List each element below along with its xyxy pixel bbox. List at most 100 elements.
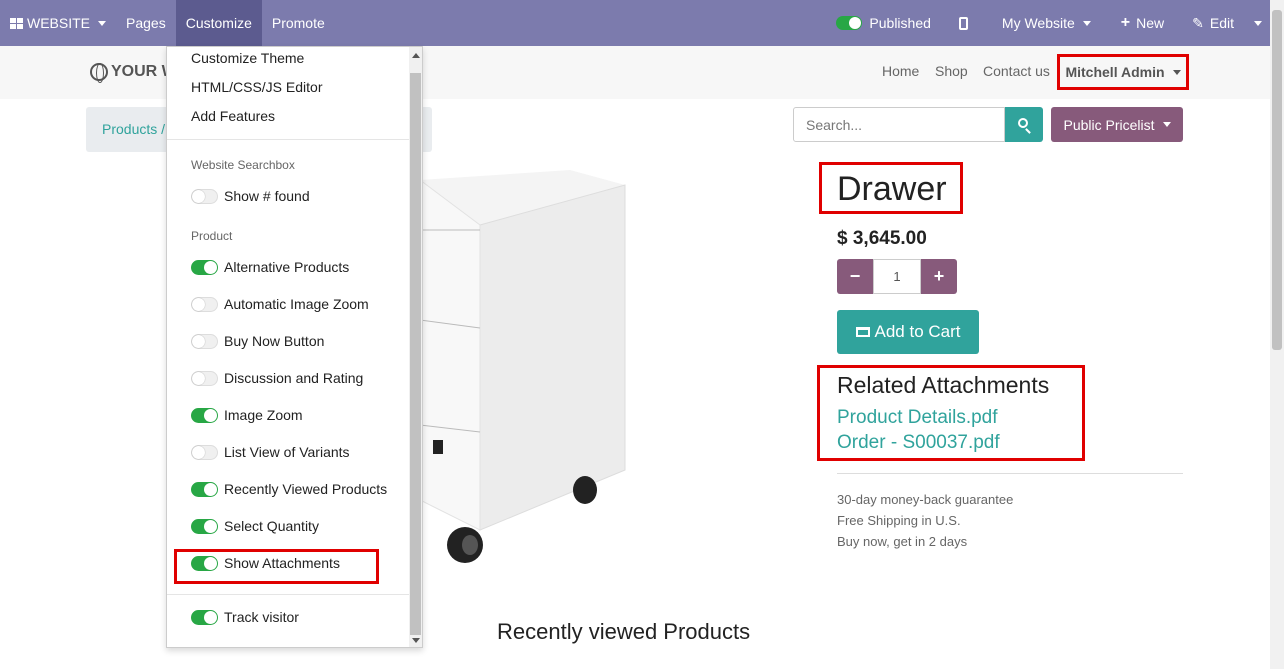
code-editor-item[interactable]: HTML/CSS/JS Editor	[191, 79, 322, 95]
chevron-down-icon	[1254, 20, 1262, 26]
chevron-down-icon	[1082, 20, 1091, 26]
option-recently-viewed[interactable]: Recently Viewed Products	[191, 481, 387, 497]
guarantee-text: Free Shipping in U.S.	[837, 513, 961, 528]
toggle-switch-icon	[836, 16, 863, 30]
pricelist-dropdown[interactable]: Public Pricelist	[1051, 107, 1183, 142]
plus-icon: +	[933, 266, 945, 286]
toggle-switch-icon	[191, 444, 218, 460]
my-website-label: My Website	[1001, 15, 1075, 31]
option-list-view-variants[interactable]: List View of Variants	[191, 444, 350, 460]
pencil-icon: ✎	[1192, 14, 1204, 31]
site-logo[interactable]: YOUR W	[90, 63, 177, 83]
nav-home[interactable]: Home	[882, 63, 919, 79]
toggle-switch-icon	[191, 296, 218, 312]
website-admin-bar: WEBSITE Pages Customize Promote Publishe…	[0, 0, 1270, 46]
website-menu[interactable]: WEBSITE	[0, 0, 116, 46]
option-label: List View of Variants	[224, 444, 350, 460]
toggle-switch-icon	[191, 259, 218, 275]
related-attachments-title: Related Attachments	[837, 372, 1050, 398]
customize-theme-item[interactable]: Customize Theme	[191, 50, 304, 66]
dropdown-scrollbar-thumb[interactable]	[410, 73, 421, 635]
nav-contact-us[interactable]: Contact us	[983, 63, 1050, 79]
toggle-switch-icon	[191, 407, 218, 423]
page-scrollbar-thumb[interactable]	[1272, 10, 1282, 350]
nav-shop[interactable]: Shop	[935, 63, 968, 79]
toggle-switch-icon	[191, 481, 218, 497]
plus-icon: +	[1120, 14, 1131, 31]
globe-icon	[90, 63, 108, 83]
scroll-up-icon[interactable]	[412, 53, 420, 58]
pricelist-label: Public Pricelist	[1063, 116, 1155, 133]
customize-dropdown: Customize Theme HTML/CSS/JS Editor Add F…	[166, 46, 423, 648]
attachment-link[interactable]: Product Details.pdf	[837, 407, 998, 429]
toggle-switch-icon	[191, 333, 218, 349]
quantity-decrease-button[interactable]: −	[837, 259, 873, 294]
more-menu[interactable]	[1254, 0, 1270, 46]
option-label: Show # found	[224, 188, 310, 204]
divider	[837, 473, 1183, 474]
guarantee-text: Buy now, get in 2 days	[837, 534, 968, 549]
chevron-down-icon	[1162, 122, 1171, 127]
website-menu-label: WEBSITE	[27, 15, 91, 31]
section-header-searchbox: Website Searchbox	[191, 158, 295, 172]
search-button[interactable]	[1005, 107, 1043, 142]
minus-icon: −	[849, 266, 861, 286]
option-select-quantity[interactable]: Select Quantity	[191, 518, 319, 534]
published-toggle[interactable]: Published	[826, 0, 949, 46]
edit-button[interactable]: ✎ Edit	[1182, 0, 1254, 46]
highlight-box-show-attachments	[174, 549, 379, 584]
menu-divider	[167, 594, 409, 595]
new-label: New	[1136, 15, 1165, 31]
option-discussion-rating[interactable]: Discussion and Rating	[191, 370, 363, 386]
grid-icon	[10, 17, 23, 29]
attachment-link[interactable]: Order - S00037.pdf	[837, 432, 1000, 454]
search-icon	[1018, 118, 1028, 128]
customize-menu[interactable]: Customize	[175, 0, 262, 46]
section-header-product: Product	[191, 229, 233, 243]
add-to-cart-label: Add to Cart	[874, 322, 961, 341]
option-label: Automatic Image Zoom	[224, 296, 369, 312]
toggle-switch-icon	[191, 370, 218, 386]
toggle-switch-icon	[191, 188, 218, 204]
option-buy-now-button[interactable]: Buy Now Button	[191, 333, 324, 349]
toggle-switch-icon	[191, 518, 218, 534]
edit-label: Edit	[1209, 15, 1234, 31]
chevron-down-icon	[98, 20, 107, 26]
option-alternative-products[interactable]: Alternative Products	[191, 259, 349, 275]
add-to-cart-button[interactable]: Add to Cart	[837, 310, 979, 354]
quantity-input[interactable]: 1	[873, 259, 921, 294]
menu-divider	[167, 139, 409, 140]
option-automatic-image-zoom[interactable]: Automatic Image Zoom	[191, 296, 369, 312]
product-name: Drawer	[837, 170, 947, 208]
option-track-visitor[interactable]: Track visitor	[191, 609, 299, 625]
promote-menu[interactable]: Promote	[262, 0, 335, 46]
user-menu[interactable]: Mitchell Admin	[1057, 54, 1189, 90]
product-image	[420, 170, 626, 563]
search-input[interactable]: Search...	[793, 107, 1005, 142]
my-website-menu[interactable]: My Website	[992, 0, 1111, 46]
new-button[interactable]: + New	[1111, 0, 1182, 46]
option-label: Buy Now Button	[224, 333, 325, 349]
pages-menu[interactable]: Pages	[116, 0, 176, 46]
option-label: Image Zoom	[224, 407, 303, 423]
product-price: $ 3,645.00	[837, 228, 927, 249]
mobile-icon	[958, 16, 968, 30]
add-features-item[interactable]: Add Features	[191, 108, 275, 124]
chevron-down-icon	[1172, 69, 1181, 75]
option-show-found[interactable]: Show # found	[191, 188, 310, 204]
option-image-zoom[interactable]: Image Zoom	[191, 407, 303, 423]
option-label: Select Quantity	[224, 518, 319, 534]
option-label: Track visitor	[224, 609, 299, 625]
option-label: Alternative Products	[224, 259, 350, 275]
scroll-down-icon[interactable]	[412, 638, 420, 643]
breadcrumb-products[interactable]: Products /	[102, 121, 165, 137]
toggle-switch-icon	[191, 609, 218, 625]
recently-viewed-title: Recently viewed Products	[497, 619, 751, 644]
published-label: Published	[869, 15, 931, 31]
shopping-cart-icon	[855, 327, 870, 337]
user-name: Mitchell Admin	[1065, 64, 1165, 80]
option-label: Recently Viewed Products	[224, 481, 388, 497]
quantity-increase-button[interactable]: +	[921, 259, 957, 294]
mobile-preview-button[interactable]	[949, 0, 992, 46]
option-label: Discussion and Rating	[224, 370, 364, 386]
